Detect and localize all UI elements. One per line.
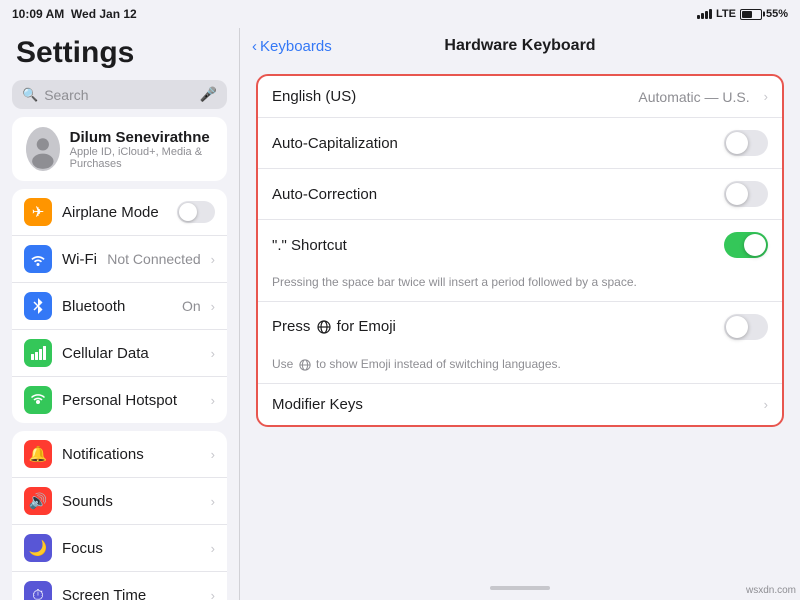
sidebar-item-bluetooth[interactable]: Bluetooth On › bbox=[12, 283, 227, 330]
user-subtitle: Apple ID, iCloud+, Media & Purchases bbox=[70, 146, 213, 170]
bottom-bar bbox=[240, 578, 800, 600]
nav-back-button[interactable]: ‹ Keyboards bbox=[252, 38, 332, 55]
press-globe-row[interactable]: Press for Emoji bbox=[258, 302, 782, 352]
sidebar-item-screentime[interactable]: ⏱ Screen Time › bbox=[12, 572, 227, 600]
press-globe-label: Press for Emoji bbox=[272, 318, 714, 335]
status-icons: LTE 55% bbox=[697, 8, 788, 20]
cellular-chevron-icon: › bbox=[211, 346, 215, 361]
wifi-icon bbox=[24, 245, 52, 273]
sounds-chevron-icon: › bbox=[211, 494, 215, 509]
press-globe-section: Press for Emoji Use to show Emoji instea… bbox=[258, 302, 782, 384]
scroll-indicator bbox=[490, 586, 550, 590]
auto-cap-toggle[interactable] bbox=[724, 130, 768, 156]
period-shortcut-toggle[interactable] bbox=[724, 232, 768, 258]
settings-group-connectivity: ✈ Airplane Mode Wi-Fi Not Connected › Bl… bbox=[12, 189, 227, 423]
modifier-keys-row[interactable]: Modifier Keys › bbox=[258, 384, 782, 425]
sidebar-item-airplane[interactable]: ✈ Airplane Mode bbox=[12, 189, 227, 236]
language-chevron-icon: › bbox=[764, 89, 768, 104]
modifier-keys-label: Modifier Keys bbox=[272, 396, 754, 413]
sidebar: Settings 🔍 Search 🎤 Dilum Senevirathne A… bbox=[0, 28, 240, 600]
sidebar-item-sounds[interactable]: 🔊 Sounds › bbox=[12, 478, 227, 525]
nav-bar: ‹ Keyboards Hardware Keyboard bbox=[240, 28, 800, 66]
auto-capitalization-row[interactable]: Auto-Capitalization bbox=[258, 118, 782, 169]
language-label: English (US) bbox=[272, 88, 628, 105]
hardware-keyboard-section: English (US) Automatic — U.S. › Auto-Cap… bbox=[256, 74, 784, 427]
notifications-label: Notifications bbox=[62, 446, 201, 463]
auto-correct-label: Auto-Correction bbox=[272, 186, 714, 203]
sidebar-item-cellular[interactable]: Cellular Data › bbox=[12, 330, 227, 377]
bluetooth-icon bbox=[24, 292, 52, 320]
nav-title: Hardware Keyboard bbox=[444, 37, 595, 55]
search-input[interactable]: Search bbox=[44, 87, 193, 103]
settings-group-notifications: 🔔 Notifications › 🔊 Sounds › 🌙 Focus › ⏱… bbox=[12, 431, 227, 600]
hotspot-icon bbox=[24, 386, 52, 414]
sounds-label: Sounds bbox=[62, 493, 201, 510]
language-row[interactable]: English (US) Automatic — U.S. › bbox=[258, 76, 782, 118]
focus-label: Focus bbox=[62, 540, 201, 557]
period-shortcut-label: "." Shortcut bbox=[272, 237, 714, 254]
auto-correct-toggle[interactable] bbox=[724, 181, 768, 207]
notifications-chevron-icon: › bbox=[211, 447, 215, 462]
wifi-value: Not Connected bbox=[107, 251, 200, 267]
period-shortcut-hint: Pressing the space bar twice will insert… bbox=[258, 270, 782, 301]
language-value: Automatic — U.S. bbox=[638, 89, 749, 105]
press-globe-hint: Use to show Emoji instead of switching l… bbox=[258, 352, 782, 383]
airplane-label: Airplane Mode bbox=[62, 204, 167, 221]
period-shortcut-row[interactable]: "." Shortcut bbox=[258, 220, 782, 270]
screentime-chevron-icon: › bbox=[211, 588, 215, 600]
sidebar-item-hotspot[interactable]: Personal Hotspot › bbox=[12, 377, 227, 423]
cellular-icon bbox=[24, 339, 52, 367]
lte-label: LTE bbox=[716, 8, 736, 20]
focus-chevron-icon: › bbox=[211, 541, 215, 556]
battery-percent: 55% bbox=[766, 8, 788, 20]
user-name: Dilum Senevirathne bbox=[70, 129, 213, 146]
watermark: wsxdn.com bbox=[746, 585, 796, 596]
period-shortcut-section: "." Shortcut Pressing the space bar twic… bbox=[258, 220, 782, 302]
sidebar-item-focus[interactable]: 🌙 Focus › bbox=[12, 525, 227, 572]
avatar bbox=[26, 127, 60, 171]
focus-icon: 🌙 bbox=[24, 534, 52, 562]
battery-icon bbox=[740, 9, 762, 20]
hotspot-label: Personal Hotspot bbox=[62, 392, 201, 409]
user-info: Dilum Senevirathne Apple ID, iCloud+, Me… bbox=[70, 129, 213, 170]
search-icon: 🔍 bbox=[22, 87, 38, 103]
signal-bars-icon bbox=[697, 9, 712, 19]
bluetooth-value: On bbox=[182, 298, 201, 314]
wifi-chevron-icon: › bbox=[211, 252, 215, 267]
bluetooth-chevron-icon: › bbox=[211, 299, 215, 314]
user-profile[interactable]: Dilum Senevirathne Apple ID, iCloud+, Me… bbox=[12, 117, 227, 181]
sidebar-item-notifications[interactable]: 🔔 Notifications › bbox=[12, 431, 227, 478]
cellular-label: Cellular Data bbox=[62, 345, 201, 362]
search-bar[interactable]: 🔍 Search 🎤 bbox=[12, 80, 227, 109]
back-chevron-icon: ‹ bbox=[252, 38, 257, 55]
status-time: 10:09 AM Wed Jan 12 bbox=[12, 7, 137, 21]
auto-correction-row[interactable]: Auto-Correction bbox=[258, 169, 782, 220]
modifier-keys-chevron-icon: › bbox=[764, 397, 768, 412]
content-area: English (US) Automatic — U.S. › Auto-Cap… bbox=[240, 66, 800, 578]
notifications-icon: 🔔 bbox=[24, 440, 52, 468]
airplane-toggle[interactable] bbox=[177, 201, 215, 223]
status-bar: 10:09 AM Wed Jan 12 LTE 55% bbox=[0, 0, 800, 28]
hotspot-chevron-icon: › bbox=[211, 393, 215, 408]
sounds-icon: 🔊 bbox=[24, 487, 52, 515]
bluetooth-label: Bluetooth bbox=[62, 298, 172, 315]
airplane-icon: ✈ bbox=[24, 198, 52, 226]
press-globe-toggle[interactable] bbox=[724, 314, 768, 340]
screentime-icon: ⏱ bbox=[24, 581, 52, 600]
right-panel: ‹ Keyboards Hardware Keyboard English (U… bbox=[240, 28, 800, 600]
auto-cap-label: Auto-Capitalization bbox=[272, 135, 714, 152]
nav-back-label: Keyboards bbox=[260, 38, 332, 55]
sidebar-item-wifi[interactable]: Wi-Fi Not Connected › bbox=[12, 236, 227, 283]
sidebar-title: Settings bbox=[0, 28, 239, 76]
screentime-label: Screen Time bbox=[62, 587, 201, 600]
main-layout: Settings 🔍 Search 🎤 Dilum Senevirathne A… bbox=[0, 28, 800, 600]
wifi-label: Wi-Fi bbox=[62, 251, 97, 268]
mic-icon[interactable]: 🎤 bbox=[200, 86, 217, 103]
